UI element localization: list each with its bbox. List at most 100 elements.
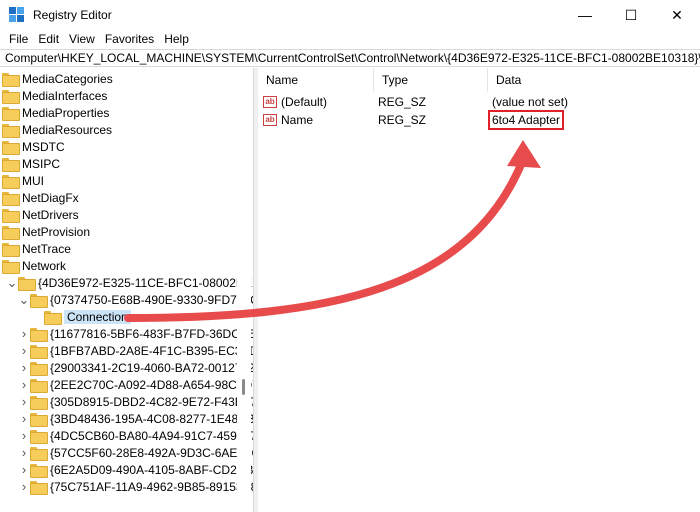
tree-item[interactable]: › {4DC5CB60-BA80-4A94-91C7-459417 (18, 427, 254, 444)
scrollbar-thumb[interactable] (242, 379, 245, 395)
tree-item-label: {3BD48436-195A-4C08-8277-1E48DBF (50, 411, 254, 426)
tree-item[interactable]: ⌄ {4D36E972-E325-11CE-BFC1-08002BE103 (6, 274, 253, 291)
chevron-right-icon[interactable]: › (18, 393, 30, 410)
value-type: REG_SZ (378, 113, 427, 127)
chevron-right-icon[interactable]: › (18, 342, 30, 359)
tree-item[interactable]: › {29003341-2C19-4060-BA72-0012782S (18, 359, 253, 376)
tree-item-label: {57CC5F60-28E8-492A-9D3C-6AE5FC (50, 445, 254, 460)
tree-item[interactable]: ⌄ {07374750-E68B-490E-9330-9FD785CD (18, 291, 254, 308)
menu-help[interactable]: Help (159, 32, 194, 46)
folder-icon (30, 293, 48, 308)
chevron-right-icon[interactable]: › (18, 478, 30, 495)
registry-editor-icon (9, 7, 25, 23)
string-value-icon: ab (263, 114, 277, 126)
tree-item-label: MSDTC (22, 139, 65, 154)
tree-item[interactable]: NetProvision (2, 223, 90, 240)
folder-icon (2, 191, 20, 206)
chevron-right-icon[interactable]: › (18, 359, 30, 376)
folder-icon (2, 259, 20, 274)
string-value-icon: ab (263, 96, 277, 108)
tree-item[interactable]: NetDrivers (2, 206, 79, 223)
folder-icon (2, 72, 20, 87)
folder-icon (30, 378, 48, 393)
tree-item[interactable]: NetTrace (2, 240, 71, 257)
menu-view[interactable]: View (64, 32, 100, 46)
tree-item[interactable]: MediaInterfaces (2, 87, 107, 104)
menu-edit[interactable]: Edit (33, 32, 64, 46)
title-bar: Registry Editor — ☐ ✕ (0, 0, 700, 30)
folder-icon (44, 310, 62, 325)
tree-item[interactable]: › {305D8915-DBD2-4C82-9E72-F43BF7E (18, 393, 253, 410)
tree-item[interactable]: › {75C751AF-11A9-4962-9B85-89153E8 (18, 478, 253, 495)
value-row[interactable]: ab Name (263, 111, 313, 129)
chevron-right-icon[interactable]: › (18, 444, 30, 461)
folder-icon (2, 89, 20, 104)
tree-item-label: {6E2A5D09-490A-4105-8ABF-CD2DBA (50, 462, 254, 477)
folder-icon (2, 225, 20, 240)
chevron-right-icon[interactable]: › (18, 461, 30, 478)
tree-item[interactable]: › {6E2A5D09-490A-4105-8ABF-CD2DBA (18, 461, 254, 478)
tree-scrollbar[interactable] (237, 68, 251, 512)
chevron-down-icon[interactable]: ⌄ (18, 291, 30, 308)
window-title: Registry Editor (33, 8, 112, 22)
key-tree-pane[interactable]: MediaCategories MediaInterfaces MediaPrope… (0, 68, 254, 512)
folder-icon (30, 361, 48, 376)
values-pane[interactable]: Name Type Data ab (Default) REG_SZ (valu… (258, 68, 700, 512)
tree-item[interactable]: › {11677816-5BF6-483F-B7FD-36DCC5D (18, 325, 253, 342)
tree-item-selected[interactable]: Connection (32, 308, 131, 325)
chevron-right-icon[interactable]: › (18, 427, 30, 444)
tree-item[interactable]: MediaResources (2, 121, 112, 138)
close-button[interactable]: ✕ (654, 0, 700, 30)
tree-item-label: Network (22, 258, 67, 273)
tree-item[interactable]: › {57CC5F60-28E8-492A-9D3C-6AE5FC (18, 444, 254, 461)
tree-item[interactable]: MSIPC (2, 155, 60, 172)
value-name: Name (281, 113, 314, 127)
tree-item[interactable]: › {3BD48436-195A-4C08-8277-1E48DBF (18, 410, 254, 427)
chevron-down-icon[interactable]: ⌄ (6, 274, 18, 291)
maximize-button[interactable]: ☐ (608, 0, 654, 30)
menu-favorites[interactable]: Favorites (100, 32, 159, 46)
folder-icon (2, 157, 20, 172)
folder-icon (30, 395, 48, 410)
folder-icon (30, 446, 48, 461)
folder-icon (2, 242, 20, 257)
tree-item-label: NetDiagFx (22, 190, 79, 205)
tree-item[interactable]: MediaCategories (2, 70, 113, 87)
address-bar[interactable]: Computer\HKEY_LOCAL_MACHINE\SYSTEM\Curre… (0, 49, 700, 67)
menu-file[interactable]: File (4, 32, 33, 46)
folder-icon (2, 106, 20, 121)
tree-item-label: NetTrace (22, 241, 71, 256)
column-header-type[interactable]: Type (374, 68, 488, 92)
folder-icon (30, 463, 48, 478)
tree-item-label: MediaProperties (22, 105, 110, 120)
tree-item[interactable]: Network (2, 257, 66, 274)
value-data: (value not set) (492, 95, 569, 109)
folder-icon (30, 412, 48, 427)
tree-item-label: NetProvision (22, 224, 91, 239)
folder-icon (2, 208, 20, 223)
folder-icon (18, 276, 36, 291)
value-type: REG_SZ (378, 95, 427, 109)
tree-item[interactable]: MediaProperties (2, 104, 109, 121)
column-header-data[interactable]: Data (488, 68, 700, 92)
tree-item[interactable]: NetDiagFx (2, 189, 79, 206)
tree-item[interactable]: MSDTC (2, 138, 65, 155)
tree-item[interactable]: › {1BFB7ABD-2A8E-4F1C-B395-EC3ED0 (18, 342, 253, 359)
tree-item[interactable]: MUI (2, 172, 44, 189)
folder-icon (30, 344, 48, 359)
folder-icon (2, 174, 20, 189)
chevron-right-icon[interactable]: › (18, 376, 30, 393)
menu-bar: File Edit View Favorites Help (0, 30, 700, 48)
tree-item-label: Connection (64, 309, 131, 324)
tree-item-label: {07374750-E68B-490E-9330-9FD785CD (50, 292, 254, 307)
column-header-name[interactable]: Name (258, 68, 374, 92)
chevron-right-icon[interactable]: › (18, 410, 30, 427)
highlight-box (488, 110, 564, 130)
minimize-button[interactable]: — (562, 0, 608, 30)
tree-item-label: {4DC5CB60-BA80-4A94-91C7-459417 (50, 428, 254, 443)
tree-item[interactable]: › {2EE2C70C-A092-4D88-A654-98C8D7 (18, 376, 253, 393)
value-row[interactable]: ab (Default) (263, 93, 327, 111)
chevron-right-icon[interactable]: › (18, 325, 30, 342)
folder-icon (30, 429, 48, 444)
